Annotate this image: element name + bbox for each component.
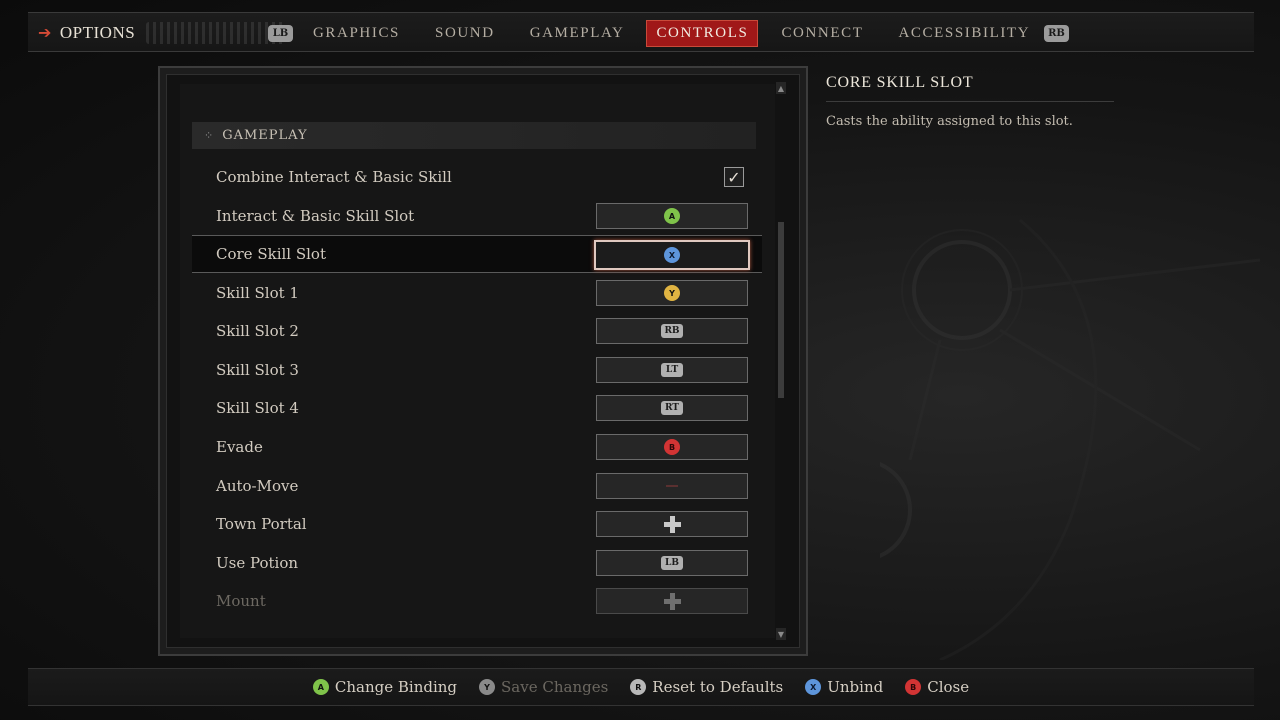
setting-label: Skill Slot 2 (216, 322, 299, 340)
binding-slot[interactable] (596, 511, 748, 537)
hint-save-changes[interactable]: Y Save Changes (479, 678, 608, 696)
setting-row-skill-4[interactable]: Skill Slot 4 RT (192, 389, 762, 427)
a-button-icon: A (664, 208, 680, 224)
hint-label: Reset to Defaults (652, 678, 784, 696)
binding-slot[interactable]: A (596, 203, 748, 229)
setting-row-core-skill[interactable]: Core Skill Slot X (192, 235, 762, 273)
b-button-icon: B (664, 439, 680, 455)
binding-slot[interactable]: X (594, 240, 750, 270)
scrollbar[interactable]: ▲ ▼ (776, 82, 786, 640)
section-header: ⁘ GAMEPLAY (192, 122, 756, 149)
scroll-down-icon[interactable]: ▼ (776, 628, 786, 640)
setting-label: Town Portal (216, 515, 307, 533)
hint-change-binding[interactable]: A Change Binding (312, 678, 458, 696)
x-button-icon: X (664, 247, 680, 263)
section-dots-icon: ⁘ (204, 129, 215, 142)
top-nav: ➔ OPTIONS LB GRAPHICS SOUND GAMEPLAY CON… (28, 12, 1254, 52)
setting-row-mount[interactable]: Mount (192, 582, 762, 620)
setting-row-auto-move[interactable]: Auto-Move (192, 467, 762, 505)
setting-label: Skill Slot 1 (216, 284, 299, 302)
options-label: OPTIONS (59, 23, 136, 42)
lb-button-icon: LB (661, 556, 683, 570)
setting-label: Interact & Basic Skill Slot (216, 207, 415, 225)
hint-unbind[interactable]: X Unbind (805, 678, 883, 696)
binding-slot[interactable]: B (596, 434, 748, 460)
description-title: CORE SKILL SLOT (826, 74, 974, 91)
setting-label: Skill Slot 3 (216, 361, 299, 379)
description-divider (826, 101, 1114, 102)
hint-label: Save Changes (501, 678, 609, 696)
description-text: Casts the ability assigned to this slot. (826, 114, 1073, 129)
binding-slot[interactable] (596, 473, 748, 499)
tab-sound[interactable]: SOUND (426, 21, 504, 46)
settings-list: ⁘ GAMEPLAY Combine Interact & Basic Skil… (180, 84, 775, 638)
setting-row-interact-basic[interactable]: Interact & Basic Skill Slot A (192, 197, 762, 235)
dpad-icon (663, 515, 681, 533)
tab-gameplay[interactable]: GAMEPLAY (521, 21, 634, 46)
setting-row-use-potion[interactable]: Use Potion LB (192, 544, 762, 582)
hint-reset-defaults[interactable]: R Reset to Defaults (630, 678, 783, 696)
setting-row-skill-3[interactable]: Skill Slot 3 LT (192, 351, 762, 389)
setting-label: Auto-Move (216, 477, 299, 495)
setting-label: Evade (216, 438, 263, 456)
setting-row-evade[interactable]: Evade B (192, 428, 762, 466)
back-arrow-icon[interactable]: ➔ (38, 23, 52, 43)
right-stick-icon: R (630, 679, 647, 695)
binding-slot[interactable]: LT (596, 357, 748, 383)
scroll-up-icon[interactable]: ▲ (776, 82, 786, 94)
y-button-icon: Y (479, 679, 496, 695)
setting-label: Core Skill Slot (216, 245, 326, 263)
tab-controls[interactable]: CONTROLS (646, 19, 759, 47)
combine-interact-checkbox[interactable]: ✓ (724, 167, 744, 187)
hint-label: Unbind (827, 678, 884, 696)
options-title: ➔ OPTIONS (38, 13, 135, 53)
lb-button-icon[interactable]: LB (268, 25, 293, 42)
rb-button-icon[interactable]: RB (1044, 25, 1069, 42)
settings-panel: ⁘ GAMEPLAY Combine Interact & Basic Skil… (158, 66, 808, 656)
tab-accessibility[interactable]: ACCESSIBILITY (889, 21, 1039, 46)
setting-row-combine-interact[interactable]: Combine Interact & Basic Skill ✓ (192, 158, 762, 196)
button-hints-bar: A Change Binding Y Save Changes R Reset … (28, 668, 1254, 706)
hint-label: Change Binding (334, 678, 458, 696)
hint-close[interactable]: B Close (905, 678, 969, 696)
scroll-thumb[interactable] (778, 222, 784, 398)
setting-label: Combine Interact & Basic Skill (216, 168, 452, 186)
b-button-icon: B (905, 679, 922, 695)
binding-slot[interactable]: RT (596, 395, 748, 421)
dpad-icon (663, 592, 681, 610)
a-button-icon: A (312, 679, 329, 695)
tab-graphics[interactable]: GRAPHICS (304, 21, 409, 46)
setting-label: Mount (216, 592, 266, 610)
lt-button-icon: LT (661, 363, 683, 377)
unbound-icon (666, 485, 678, 487)
y-button-icon: Y (664, 285, 680, 301)
setting-label: Skill Slot 4 (216, 399, 299, 417)
section-title: GAMEPLAY (222, 128, 308, 143)
setting-row-town-portal[interactable]: Town Portal (192, 505, 762, 543)
decorative-plate (146, 22, 286, 44)
setting-row-skill-1[interactable]: Skill Slot 1 Y (192, 274, 762, 312)
binding-slot[interactable] (596, 588, 748, 614)
background-sigil (880, 218, 1260, 660)
binding-slot[interactable]: Y (596, 280, 748, 306)
binding-slot[interactable]: LB (596, 550, 748, 576)
tab-bar: GRAPHICS SOUND GAMEPLAY CONTROLS CONNECT… (304, 13, 1056, 53)
rt-button-icon: RT (661, 401, 683, 415)
hint-label: Close (927, 678, 970, 696)
tab-connect[interactable]: CONNECT (772, 21, 872, 46)
x-button-icon: X (805, 679, 822, 695)
rb-button-icon: RB (661, 324, 683, 338)
setting-label: Use Potion (216, 554, 299, 572)
setting-row-skill-2[interactable]: Skill Slot 2 RB (192, 312, 762, 350)
binding-slot[interactable]: RB (596, 318, 748, 344)
